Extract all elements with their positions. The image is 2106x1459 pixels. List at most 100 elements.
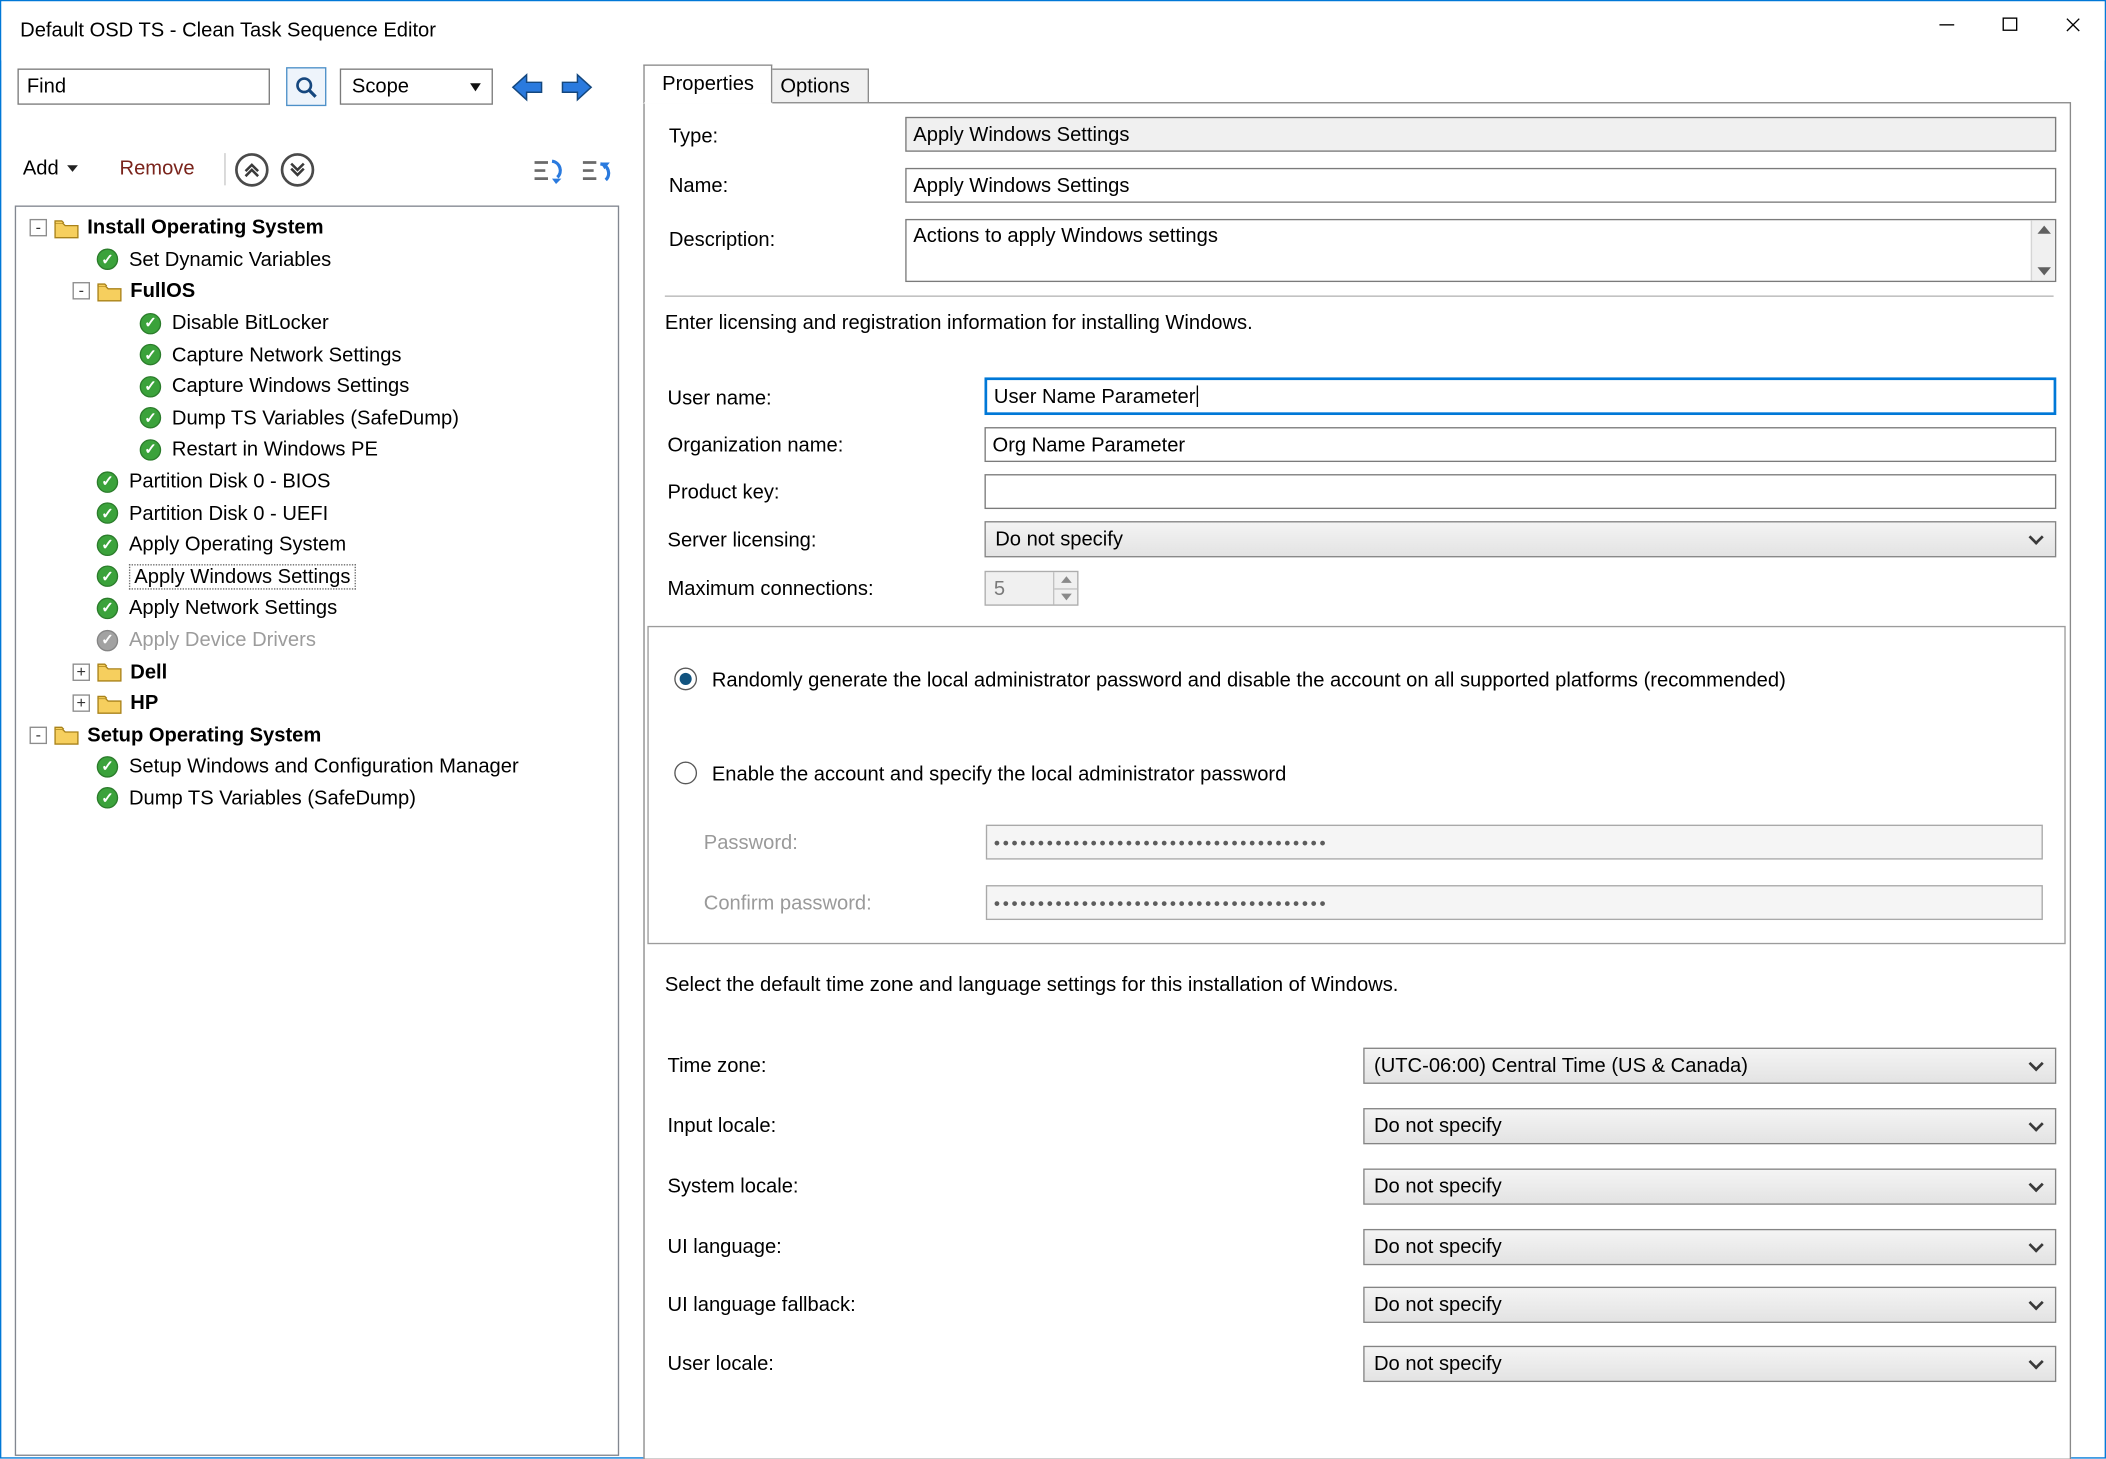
description-field[interactable]: Actions to apply Windows settings <box>905 219 2056 282</box>
remove-button[interactable]: Remove <box>120 157 195 180</box>
tree-item-label: Setup Operating System <box>87 724 321 747</box>
tree-item[interactable]: Apply Network Settings <box>16 592 618 624</box>
timezone-select[interactable]: (UTC-06:00) Central Time (US & Canada) <box>1363 1048 2056 1084</box>
organization-label: Organization name: <box>668 434 844 457</box>
confirm-password-label: Confirm password: <box>704 892 872 915</box>
title-bar: Default OSD TS - Clean Task Sequence Edi… <box>1 1 2104 60</box>
ui-language-label: UI language: <box>668 1236 782 1259</box>
tree-expander[interactable]: - <box>30 219 47 236</box>
find-input[interactable]: Find <box>17 68 270 104</box>
tree-item[interactable]: Set Dynamic Variables <box>16 244 618 276</box>
group-folder-icon <box>54 724 80 745</box>
add-button[interactable]: Add <box>23 157 78 180</box>
toolbar-divider <box>224 153 225 185</box>
tree-item[interactable]: Apply Operating System <box>16 529 618 561</box>
tree-item[interactable]: Capture Network Settings <box>16 339 618 371</box>
arrow-left-icon <box>510 69 545 104</box>
chevron-down-icon <box>2029 1055 2044 1070</box>
move-up-button[interactable] <box>235 153 269 187</box>
description-scrollbar[interactable] <box>2031 220 2055 280</box>
tree-item[interactable]: - FullOS <box>16 276 618 308</box>
max-connections-label: Maximum connections: <box>668 578 874 601</box>
section-divider <box>665 295 2054 296</box>
scope-select[interactable]: Scope <box>340 68 493 104</box>
step-check-icon <box>97 788 118 809</box>
type-field: Apply Windows Settings <box>905 117 2056 152</box>
tree-item-label: HP <box>130 692 158 715</box>
step-check-icon <box>140 376 161 397</box>
tree-item-label: Set Dynamic Variables <box>129 248 331 271</box>
task-sequence-editor-window: Default OSD TS - Clean Task Sequence Edi… <box>0 0 2106 1459</box>
triangle-down-icon <box>1060 593 1071 600</box>
minimize-button[interactable] <box>1915 1 1978 47</box>
close-icon <box>2064 15 2081 32</box>
find-next-button[interactable] <box>556 67 595 106</box>
tree-item-label: Apply Device Drivers <box>129 629 316 652</box>
stepper-down-button[interactable] <box>1054 588 1077 605</box>
tree-item[interactable]: Dump TS Variables (SafeDump) <box>16 402 618 434</box>
expand-tree-button[interactable] <box>531 154 566 186</box>
user-name-field[interactable]: User Name Parameter <box>984 377 2056 415</box>
system-locale-label: System locale: <box>668 1175 799 1198</box>
window-controls <box>1915 1 2104 47</box>
tree-item[interactable]: +Dell <box>16 656 618 688</box>
tree-item-label: Restart in Windows PE <box>172 438 378 461</box>
user-locale-select[interactable]: Do not specify <box>1363 1346 2056 1382</box>
server-licensing-value: Do not specify <box>995 528 1123 551</box>
product-key-field[interactable] <box>984 474 2056 509</box>
tree-item[interactable]: Capture Windows Settings <box>16 371 618 403</box>
tree-item[interactable]: Disable BitLocker <box>16 307 618 339</box>
find-previous-button[interactable] <box>508 67 547 106</box>
tree-item[interactable]: Partition Disk 0 - UEFI <box>16 497 618 529</box>
maximize-button[interactable] <box>1978 1 2041 47</box>
tree-expander[interactable]: + <box>73 663 90 680</box>
tree-item[interactable]: Apply Windows Settings <box>16 561 618 593</box>
tree-item[interactable]: Dump TS Variables (SafeDump) <box>16 783 618 815</box>
chevron-down-icon <box>2029 1354 2044 1369</box>
chevron-up-circle-icon <box>242 160 262 180</box>
stepper-up-button[interactable] <box>1054 572 1077 587</box>
tree-expander[interactable]: - <box>30 726 47 743</box>
password-label: Password: <box>704 831 798 854</box>
name-label: Name: <box>669 175 728 198</box>
chevron-down-icon <box>67 165 78 172</box>
search-button[interactable] <box>286 67 326 106</box>
task-sequence-tree[interactable]: -Install Operating System Set Dynamic Var… <box>15 205 619 1455</box>
system-locale-select[interactable]: Do not specify <box>1363 1168 2056 1204</box>
tree-item[interactable]: Apply Device Drivers <box>16 624 618 656</box>
name-field[interactable]: Apply Windows Settings <box>905 168 2056 203</box>
server-licensing-select[interactable]: Do not specify <box>984 521 2056 557</box>
radio-randomly-generate[interactable] <box>674 668 697 691</box>
licensing-heading: Enter licensing and registration informa… <box>665 312 1253 335</box>
collapse-tree-button[interactable] <box>579 154 614 186</box>
tree-item[interactable]: -Install Operating System <box>16 212 618 244</box>
collapse-tree-icon <box>580 156 612 186</box>
input-locale-select[interactable]: Do not specify <box>1363 1108 2056 1144</box>
tree-item[interactable]: Restart in Windows PE <box>16 434 618 466</box>
tree-item-label: Dump TS Variables (SafeDump) <box>129 787 416 810</box>
tree-item-label: Apply Network Settings <box>129 597 337 620</box>
tree-item[interactable]: - Setup Operating System <box>16 719 618 751</box>
type-label: Type: <box>669 125 718 148</box>
tree-expander[interactable]: + <box>73 695 90 712</box>
ui-language-select[interactable]: Do not specify <box>1363 1229 2056 1265</box>
tree-item[interactable]: Partition Disk 0 - BIOS <box>16 466 618 498</box>
properties-panel: Type: Apply Windows Settings Name: Apply… <box>643 102 2071 1459</box>
tree-item-label: Partition Disk 0 - BIOS <box>129 470 331 493</box>
timezone-value: (UTC-06:00) Central Time (US & Canada) <box>1374 1054 1748 1077</box>
ui-language-fallback-select[interactable]: Do not specify <box>1363 1287 2056 1323</box>
tree-item[interactable]: + HP <box>16 688 618 720</box>
tree-item-label: FullOS <box>130 280 195 303</box>
timezone-heading: Select the default time zone and languag… <box>665 974 1399 997</box>
chevron-down-circle-icon <box>287 160 307 180</box>
close-button[interactable] <box>2042 1 2105 47</box>
radio-enable-account[interactable] <box>674 762 697 785</box>
tree-item[interactable]: Setup Windows and Configuration Manager <box>16 751 618 783</box>
tab-properties[interactable]: Properties <box>643 64 772 103</box>
user-name-label: User name: <box>668 387 772 410</box>
user-locale-label: User locale: <box>668 1353 774 1376</box>
tab-options[interactable]: Options <box>762 68 869 102</box>
organization-field[interactable]: Org Name Parameter <box>984 427 2056 462</box>
tree-expander[interactable]: - <box>73 283 90 300</box>
move-down-button[interactable] <box>281 153 315 187</box>
